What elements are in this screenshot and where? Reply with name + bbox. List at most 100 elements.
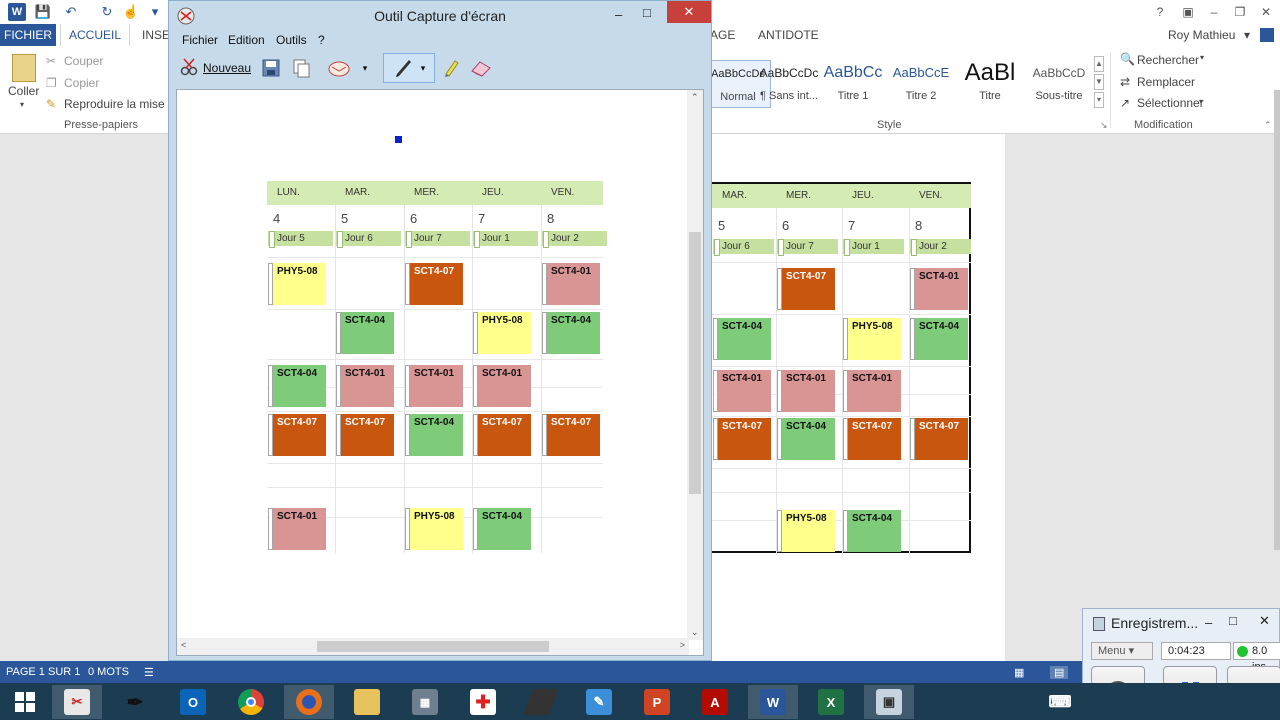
find-icon[interactable]: 🔍 [1120, 52, 1135, 66]
menu-tools[interactable]: Outils [276, 33, 307, 47]
document-page[interactable]: MAR. MER. JEU. VEN. 5 Jour 6 6 Jour 7 7 Jour 1 8 Jo… [712, 134, 1005, 661]
taskbar-firefox[interactable] [284, 685, 334, 719]
snip-cal-course-event[interactable]: SCT4-04 [542, 312, 600, 354]
taskbar-chrome[interactable] [226, 685, 276, 719]
snip-cal-course-event[interactable]: SCT4-04 [405, 414, 463, 456]
paste-button[interactable]: Coller [8, 84, 39, 98]
new-snip-button[interactable]: Nouveau [179, 53, 251, 83]
copy-snip-icon[interactable] [289, 53, 313, 83]
snip-cal-course-event[interactable]: SCT4-04 [473, 508, 531, 550]
taskbar-pen-app[interactable]: ✒ [110, 685, 160, 719]
snip-cal-course-event[interactable]: SCT4-04 [336, 312, 394, 354]
format-painter-button[interactable]: Reproduire la mise en [64, 97, 181, 111]
taskbar-word[interactable]: W [748, 685, 798, 719]
menu-edit[interactable]: Edition [228, 33, 265, 47]
doc-cal-course-event[interactable]: SCT4-01 [777, 370, 835, 412]
selection-handle[interactable] [395, 136, 402, 143]
taskbar-file-explorer[interactable] [342, 685, 392, 719]
select-icon[interactable]: ↗ [1120, 96, 1130, 110]
close-icon[interactable]: ✕ [1254, 2, 1278, 22]
save-snip-icon[interactable] [259, 53, 283, 83]
taskbar-acrobat[interactable]: A [690, 685, 740, 719]
format-painter-icon[interactable]: ✎ [46, 97, 56, 111]
save-icon[interactable]: 💾 [34, 3, 52, 21]
scroll-up-icon[interactable]: ⌃ [691, 92, 699, 103]
taskbar-outlook[interactable]: O [168, 685, 218, 719]
snip-cal-course-event[interactable]: SCT4-01 [405, 365, 463, 407]
snip-cal-course-event[interactable]: SCT4-01 [268, 508, 326, 550]
proofing-icon[interactable]: ☰ [144, 666, 154, 679]
doc-cal-course-event[interactable]: SCT4-01 [713, 370, 771, 412]
read-mode-icon[interactable]: ▦ [1014, 666, 1024, 679]
snip-cal-course-event[interactable]: SCT4-07 [336, 414, 394, 456]
snip-cal-course-event[interactable]: PHY5-08 [268, 263, 326, 305]
snip-cal-course-event[interactable]: PHY5-08 [405, 508, 463, 550]
scroll-right-icon[interactable]: > [680, 640, 685, 650]
copy-icon[interactable]: ❐ [46, 76, 57, 90]
qat-customize-icon[interactable]: ▾ [146, 3, 164, 21]
styles-scroll-up-icon[interactable]: ▲ [1094, 56, 1104, 72]
doc-cal-course-event[interactable]: SCT4-07 [910, 418, 968, 460]
menu-file[interactable]: Fichier [182, 33, 218, 47]
start-button[interactable] [0, 685, 50, 719]
eraser-icon[interactable] [469, 53, 493, 83]
replace-button[interactable]: Remplacer [1137, 75, 1195, 89]
select-chevron-icon[interactable]: ▾ [1199, 97, 1203, 106]
redo-icon[interactable]: ↻ [98, 3, 116, 21]
doc-cal-course-event[interactable]: SCT4-04 [777, 418, 835, 460]
pen-tool-button[interactable]: ▾ [383, 53, 435, 83]
print-layout-icon[interactable]: ▤ [1050, 666, 1069, 679]
recorder-minimize-icon[interactable]: – [1205, 615, 1212, 630]
snip-cal-course-event[interactable]: SCT4-07 [473, 414, 531, 456]
style-item[interactable]: AaBbCcE Titre 2 [888, 60, 954, 108]
doc-cal-course-event[interactable]: SCT4-07 [713, 418, 771, 460]
document-scrollbar[interactable] [1274, 90, 1280, 550]
style-item[interactable]: AaBbCcD Sous-titre [1026, 60, 1092, 108]
recorder-close-icon[interactable]: ✕ [1259, 613, 1270, 629]
send-snip-chevron-icon[interactable]: ▾ [359, 53, 371, 83]
snip-maximize-icon[interactable]: □ [643, 5, 651, 20]
undo-icon[interactable]: ↶ [62, 3, 80, 21]
pen-chevron-icon[interactable]: ▾ [421, 63, 426, 74]
snip-cal-course-event[interactable]: SCT4-04 [268, 365, 326, 407]
snip-minimize-icon[interactable]: – [615, 7, 622, 22]
taskbar-calculator[interactable]: ▦ [400, 685, 450, 719]
doc-cal-course-event[interactable]: SCT4-04 [713, 318, 771, 360]
restore-icon[interactable]: ❐ [1228, 2, 1252, 22]
snip-close-button[interactable]: ✕ [667, 1, 711, 23]
doc-cal-course-event[interactable]: SCT4-01 [910, 268, 968, 310]
minimize-icon[interactable]: – [1202, 2, 1226, 22]
help-icon[interactable]: ? [1148, 2, 1172, 22]
tab-antidote[interactable]: ANTIDOTE [750, 24, 827, 46]
snip-cal-course-event[interactable]: SCT4-07 [268, 414, 326, 456]
vertical-scroll-thumb[interactable] [689, 232, 701, 494]
snip-cal-course-event[interactable]: SCT4-01 [336, 365, 394, 407]
canvas-vertical-scrollbar[interactable]: ⌃ ⌄ [687, 90, 703, 640]
snip-canvas[interactable]: LUN. MAR. MER. JEU. VEN. 4 Jour 5 5 Jour 6 6 Jour … [176, 89, 704, 656]
doc-cal-course-event[interactable]: SCT4-07 [843, 418, 901, 460]
tab-file[interactable]: FICHIER [0, 24, 56, 46]
doc-cal-course-event[interactable]: SCT4-04 [910, 318, 968, 360]
snip-cal-course-event[interactable]: SCT4-07 [405, 263, 463, 305]
doc-cal-course-event[interactable]: SCT4-07 [777, 268, 835, 310]
menu-help[interactable]: ? [318, 33, 325, 47]
styles-more-icon[interactable]: ▾ [1094, 92, 1104, 108]
cut-icon[interactable]: ✂ [46, 54, 56, 68]
style-item[interactable]: AaBl Titre [957, 60, 1023, 108]
taskbar-recorder[interactable]: ▣ [864, 685, 914, 719]
styles-scroll-down-icon[interactable]: ▼ [1094, 74, 1104, 90]
doc-cal-course-event[interactable]: PHY5-08 [843, 318, 901, 360]
recorder-maximize-icon[interactable]: □ [1229, 613, 1237, 628]
ribbon-display-icon[interactable]: ▣ [1176, 2, 1200, 22]
replace-icon[interactable]: ⇄ [1120, 75, 1130, 89]
doc-cal-course-event[interactable]: SCT4-01 [843, 370, 901, 412]
highlighter-icon[interactable] [439, 53, 463, 83]
scroll-down-icon[interactable]: ⌄ [691, 627, 699, 638]
paste-chevron-icon[interactable]: ▾ [20, 100, 24, 109]
style-item[interactable]: AaBbCc Titre 1 [820, 60, 886, 108]
taskbar-excel[interactable]: X [806, 685, 856, 719]
user-name[interactable]: Roy Mathieu [1160, 24, 1243, 46]
style-launcher-icon[interactable]: ↘ [1100, 120, 1108, 131]
taskbar-app-drive[interactable] [516, 685, 566, 719]
copy-button[interactable]: Copier [64, 76, 99, 90]
